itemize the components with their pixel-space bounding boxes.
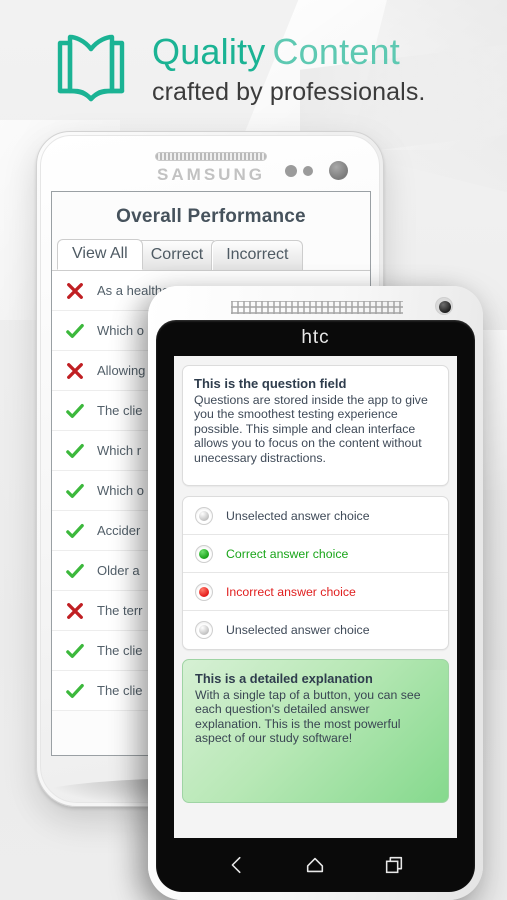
explanation-card: This is a detailed explanation With a si…	[182, 659, 449, 803]
answer-choice-2[interactable]: Correct answer choice	[183, 535, 448, 573]
headline-quality: Quality	[152, 30, 266, 72]
check-icon	[66, 483, 84, 498]
check-icon	[66, 403, 84, 418]
answer-choice-1[interactable]: Unselected answer choice	[183, 497, 448, 535]
result-row-label: The clie	[97, 403, 143, 418]
htc-brand-label: htc	[301, 327, 330, 348]
home-icon[interactable]	[304, 854, 326, 876]
headline-block: Quality Content crafted by professionals.	[152, 32, 425, 105]
cross-icon	[67, 602, 83, 619]
explanation-title: This is a detailed explanation	[195, 671, 373, 686]
answer-choice-3[interactable]: Incorrect answer choice	[183, 573, 448, 611]
result-row-label: Which r	[97, 443, 142, 458]
htc-phone: htc This is the question field Questions…	[148, 286, 483, 900]
question-title: This is the question field	[194, 376, 347, 391]
radio-button-icon[interactable]	[195, 582, 213, 601]
result-row-label: Which o	[97, 323, 144, 338]
proximity-sensor-icon	[285, 165, 297, 177]
android-nav-bar	[156, 838, 475, 892]
headline-content: Content	[272, 30, 400, 72]
htc-bezel: htc This is the question field Questions…	[156, 320, 475, 892]
result-row-label: Older a	[97, 563, 140, 578]
tab-view-all[interactable]: View All	[57, 239, 143, 270]
result-row-label: Accider	[97, 523, 141, 538]
result-row-label: Which o	[97, 483, 144, 498]
light-sensor-icon	[303, 166, 313, 176]
question-body: Questions are stored inside the app to g…	[194, 393, 428, 465]
radio-button-icon[interactable]	[195, 506, 213, 525]
answer-choice-label: Incorrect answer choice	[226, 584, 356, 599]
answer-choice-label: Unselected answer choice	[226, 508, 370, 523]
check-icon	[66, 323, 84, 338]
check-icon	[66, 643, 84, 658]
result-row-label: Allowing	[97, 363, 146, 378]
tab-incorrect[interactable]: Incorrect	[211, 240, 304, 270]
cross-icon	[67, 362, 83, 379]
result-row-label: The terr	[97, 603, 143, 618]
header-banner: Quality Content crafted by professionals.	[0, 18, 507, 118]
answer-choice-4[interactable]: Unselected answer choice	[183, 611, 448, 649]
back-icon[interactable]	[226, 854, 248, 876]
check-icon	[66, 563, 84, 578]
check-icon	[66, 523, 84, 538]
earpiece-speaker-icon	[231, 301, 403, 314]
radio-button-icon[interactable]	[195, 621, 213, 639]
cross-icon	[67, 282, 83, 299]
explanation-body: With a single tap of a button, you can s…	[195, 688, 421, 746]
question-card: This is the question field Questions are…	[182, 365, 449, 486]
earpiece-speaker-icon	[155, 152, 267, 161]
performance-tabs: View All Correct Incorrect	[52, 239, 370, 270]
page-title: Overall Performance	[116, 206, 306, 227]
result-row-label: The clie	[97, 643, 143, 658]
answer-choice-label: Unselected answer choice	[226, 623, 370, 637]
recent-apps-icon[interactable]	[383, 854, 405, 876]
tab-correct[interactable]: Correct	[135, 240, 219, 270]
answer-choice-list: Unselected answer choice Correct answer c…	[182, 496, 449, 650]
headline-primary: Quality Content	[152, 30, 425, 72]
check-icon	[66, 443, 84, 458]
radio-button-icon[interactable]	[195, 544, 213, 563]
front-camera-icon	[435, 297, 453, 315]
headline-subtitle: crafted by professionals.	[152, 77, 426, 106]
htc-screen: This is the question field Questions are…	[174, 356, 457, 838]
open-book-icon	[57, 34, 125, 102]
check-icon	[66, 683, 84, 698]
result-row-label: The clie	[97, 683, 143, 698]
front-camera-icon	[329, 161, 348, 180]
answer-choice-label: Correct answer choice	[226, 546, 349, 561]
